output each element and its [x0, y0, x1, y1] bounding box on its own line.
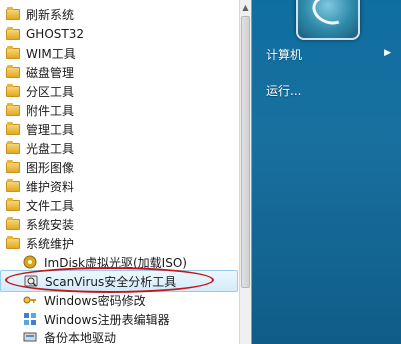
computer-label: 计算机	[266, 48, 303, 62]
program-folder-label: 光盘工具	[26, 141, 75, 156]
folder-icon	[6, 122, 20, 136]
folder-icon	[6, 217, 20, 231]
program-folder-label: 文件工具	[26, 198, 75, 213]
user-picture-icon[interactable]	[296, 0, 360, 40]
program-label: 备份本地驱动	[44, 330, 117, 344]
run-link[interactable]: 运行...	[266, 82, 301, 99]
folder-icon	[6, 141, 20, 155]
program-folder-label: WIM工具	[26, 46, 76, 61]
programs-list: 刷新系统 GHOST32 WIM工具 磁盘管理 分区工具 附件工具 管理工具 光…	[0, 0, 240, 344]
program-label: Windows密码修改	[44, 293, 146, 308]
program-label: ScanVirus安全分析工具	[45, 274, 177, 289]
program-label: ImDisk虚拟光驱(加载ISO)	[44, 255, 187, 270]
chevron-right-icon[interactable]: ▶	[384, 48, 391, 58]
folder-icon	[6, 84, 20, 98]
scroll-up-arrow-icon[interactable]: ▲	[240, 0, 251, 14]
folder-icon	[6, 65, 20, 79]
folder-icon	[6, 7, 20, 21]
program-folder-label: 系统维护	[26, 236, 75, 251]
scroll-thumb[interactable]	[241, 16, 250, 288]
folder-icon	[6, 46, 20, 60]
folder-icon	[6, 103, 20, 117]
programs-scrollbar[interactable]: ▲	[239, 0, 251, 344]
folder-icon	[6, 27, 20, 41]
start-menu-right-panel: 计算机 ▶ 运行...	[251, 0, 401, 344]
program-folder-label: GHOST32	[26, 27, 84, 41]
registry-icon	[22, 311, 38, 327]
program-folder-label: 分区工具	[26, 84, 75, 99]
program-folder-label: 系统安装	[26, 217, 75, 232]
run-label: 运行...	[266, 84, 302, 98]
scanvirus-icon	[23, 273, 39, 289]
program-folder-label: 附件工具	[26, 103, 75, 118]
folder-icon	[6, 236, 20, 250]
disc-icon	[22, 254, 38, 270]
folder-icon	[6, 198, 20, 212]
program-folder-label: 维护资料	[26, 179, 75, 194]
folder-icon	[6, 179, 20, 193]
program-folder-label: 刷新系统	[26, 7, 75, 22]
folder-icon	[6, 160, 20, 174]
key-icon	[22, 292, 38, 308]
computer-link[interactable]: 计算机	[266, 46, 302, 63]
program-folder-label: 管理工具	[26, 122, 75, 137]
backup-icon	[22, 329, 38, 344]
program-folder-label: 图形图像	[26, 160, 75, 175]
program-label: Windows注册表编辑器	[44, 312, 170, 327]
program-folder-label: 磁盘管理	[26, 65, 75, 80]
program-folder-refresh-system[interactable]: 刷新系统	[0, 3, 238, 25]
program-backup-drivers[interactable]: 备份本地驱动	[0, 326, 238, 344]
